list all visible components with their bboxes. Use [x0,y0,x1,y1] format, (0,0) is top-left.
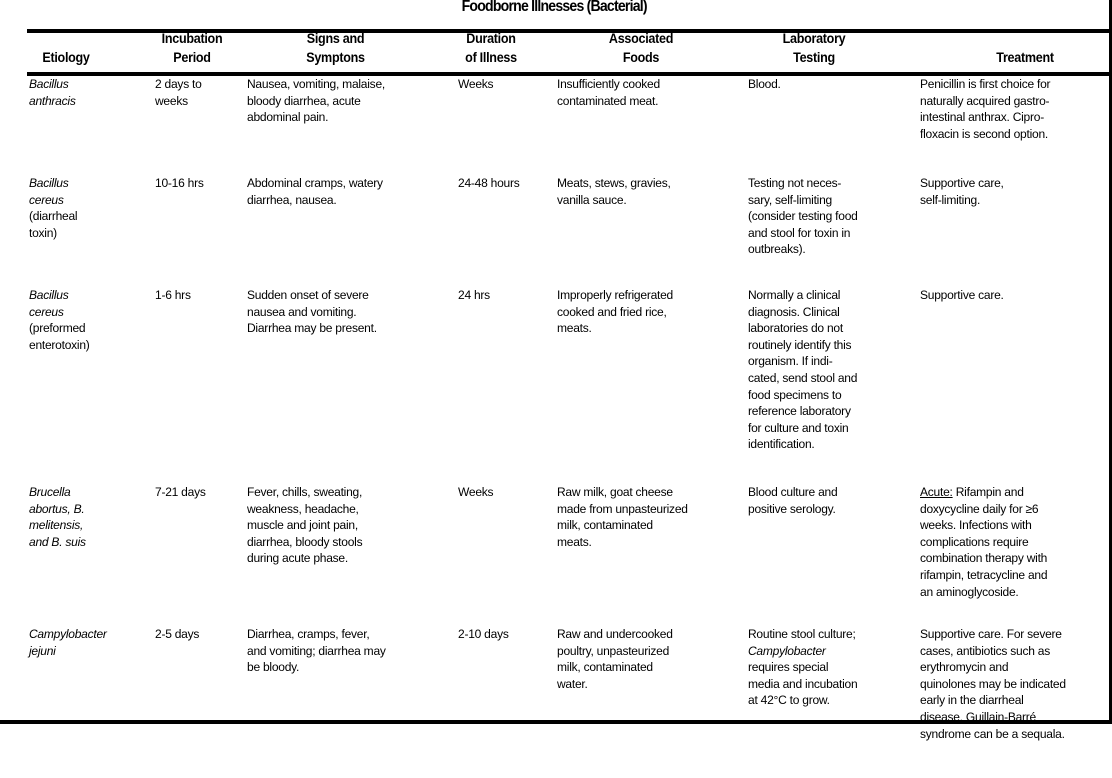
cell-laboratory-testing: Blood culture and positive serology. [748,485,838,516]
cell-associated-foods: Raw milk, goat cheese made from unpasteu… [557,485,688,549]
cell-etiology: Bacillus anthracis [29,77,76,108]
cell-etiology-segment: B. [73,501,85,516]
table-body: Bacillus anthracis 2 days to weeks Nause… [0,76,1109,778]
cell-signs-and-symptoms: Sudden onset of severe nausea and vomiti… [247,288,377,336]
column-header-duration-of-illness: Duration of Illness [425,29,557,67]
cell-treatment-acute-label: Acute: [920,485,953,499]
cell-etiology-segment: abortus, [29,501,74,516]
cell-associated-foods: Meats, stews, gravies, vanilla sauce. [557,176,671,207]
cell-treatment: Supportive care, self-limiting. [920,176,1004,207]
cell-associated-foods: Improperly refrigerated cooked and fried… [557,288,674,336]
cell-incubation-period: 2-5 days [155,627,200,641]
column-header-foods-line1: Associated [608,31,674,46]
cell-etiology-segment: B. suis [51,534,86,549]
cell-laboratory-testing-segment: at 42°C to grow. [748,693,830,708]
cell-duration-of-illness: 2-10 days [458,627,509,641]
column-header-duration-line2: of Illness [465,50,517,65]
table-row: Bacillus cereus (preformed enterotoxin) 1… [0,287,1109,484]
cell-laboratory-testing-segment: requires special [748,660,829,675]
cell-etiology-qualifier: (preformed enterotoxin) [29,321,90,352]
cell-laboratory-testing-line: at 42°C to grow. [748,692,907,709]
cell-incubation-period: 1-6 hrs [155,288,191,302]
cell-laboratory-testing: Blood. [748,77,781,91]
column-header-incubation-line2: Period [173,50,211,65]
cell-laboratory-testing: Routine stool culture; Campylobacter requi… [748,626,907,709]
cell-duration-of-illness: Weeks [458,485,494,499]
column-header-lab-line1: Laboratory [782,31,846,46]
cell-laboratory-testing: Testing not neces- sary, self-limiting (… [748,176,858,257]
cell-etiology-qualifier: (diarrheal toxin) [29,209,78,240]
cell-incubation-period: 7-21 days [155,485,206,499]
cell-duration-of-illness: Weeks [458,77,494,91]
cell-laboratory-testing-segment: media and incubation [748,676,858,691]
cell-etiology: Bacillus cereus (preformed enterotoxin) [29,287,138,353]
table-row: Campylobacter jejuni 2-5 days Diarrhea, … [0,626,1109,778]
cell-etiology-segment: and [29,534,52,549]
column-header-treatment-line2: Treatment [996,50,1054,65]
cell-etiology-segment: , [80,518,84,533]
cell-incubation-period: 10-16 hrs [155,176,204,190]
cell-signs-and-symptoms: Fever, chills, sweating, weakness, heada… [247,485,363,566]
column-header-lab-line2: Testing [793,50,835,65]
cell-treatment: Acute: Rifampin and doxycycline daily fo… [920,484,1106,600]
column-header-signs-line1: Signs and [306,31,365,46]
cell-duration-of-illness: 24-48 hours [458,176,520,190]
column-header-treatment: Treatment [951,48,1100,67]
cell-laboratory-testing-line: media and incubation [748,676,907,693]
cell-signs-and-symptoms: Nausea, vomiting, malaise, bloody diarrh… [247,77,385,125]
foodborne-illnesses-table: Foodborne Illnesses (Bacterial) Etiology… [0,0,1112,741]
cell-laboratory-testing-line: Campylobacter [748,643,907,660]
cell-etiology-species: Bacillus cereus [29,176,69,207]
table-header-row: Etiology Incubation Period Signs and Sym… [0,26,1109,74]
column-header-foods-line2: Foods [622,50,660,65]
cell-treatment-body: Rifampin and doxycycline daily for ≥6 we… [920,485,1048,599]
column-header-incubation-line1: Incubation [161,31,223,46]
cell-incubation-period: 2 days to weeks [155,77,202,108]
cell-etiology-line: abortus, B. [29,501,138,518]
cell-associated-foods: Insufficiently cooked contaminated meat. [557,77,660,108]
cell-laboratory-testing-line: requires special [748,659,907,676]
column-header-incubation-period: Incubation Period [132,29,251,67]
table-title-text: Foodborne Illnesses (Bacterial) [461,0,648,15]
cell-etiology: Brucella abortus, B. melitensis, and B. sui… [29,484,138,550]
column-header-signs-line2: Symptons [306,50,365,65]
cell-treatment: Supportive care. For severe cases, antib… [920,627,1066,741]
cell-associated-foods: Raw and undercooked poultry, unpasteuriz… [557,627,673,691]
cell-laboratory-testing: Normally a clinical diagnosis. Clinical … [748,288,858,452]
cell-treatment: Supportive care. [920,288,1004,302]
cell-signs-and-symptoms: Diarrhea, cramps, fever, and vomiting; d… [247,627,386,675]
table-row: Bacillus anthracis 2 days to weeks Nause… [0,76,1109,175]
column-header-duration-line1: Duration [466,31,516,46]
cell-laboratory-testing-line: Routine stool culture; [748,626,907,643]
cell-etiology-segment: Brucella [29,485,71,499]
table-row: Brucella abortus, B. melitensis, and B. sui… [0,484,1109,626]
column-header-etiology: Etiology [14,48,118,67]
column-header-etiology-line2: Etiology [42,50,90,65]
cell-etiology: Bacillus cereus (diarrheal toxin) [29,175,138,241]
column-header-signs-and-symptoms: Signs and Symptons [263,29,407,67]
cell-laboratory-testing-segment: Campylobacter [748,643,826,658]
column-header-laboratory-testing: Laboratory Testing [745,29,883,67]
cell-etiology: Campylobacter jejuni [29,627,107,658]
table-row: Bacillus cereus (diarrheal toxin) 10-16 h… [0,175,1109,287]
cell-treatment: Penicillin is first choice for naturally… [920,77,1051,141]
cell-etiology-line: melitensis, [29,517,138,534]
cell-laboratory-testing-segment: Routine stool culture; [748,627,856,641]
cell-etiology-line: and B. suis [29,534,138,551]
column-header-associated-foods: Associated Foods [575,29,707,67]
table-title: Foodborne Illnesses (Bacterial) [0,0,1109,28]
cell-duration-of-illness: 24 hrs [458,288,490,302]
cell-etiology-segment: melitensis [29,518,81,533]
cell-signs-and-symptoms: Abdominal cramps, watery diarrhea, nause… [247,176,383,207]
cell-etiology-line: Brucella [29,484,138,501]
cell-etiology-species: Bacillus cereus [29,288,69,319]
